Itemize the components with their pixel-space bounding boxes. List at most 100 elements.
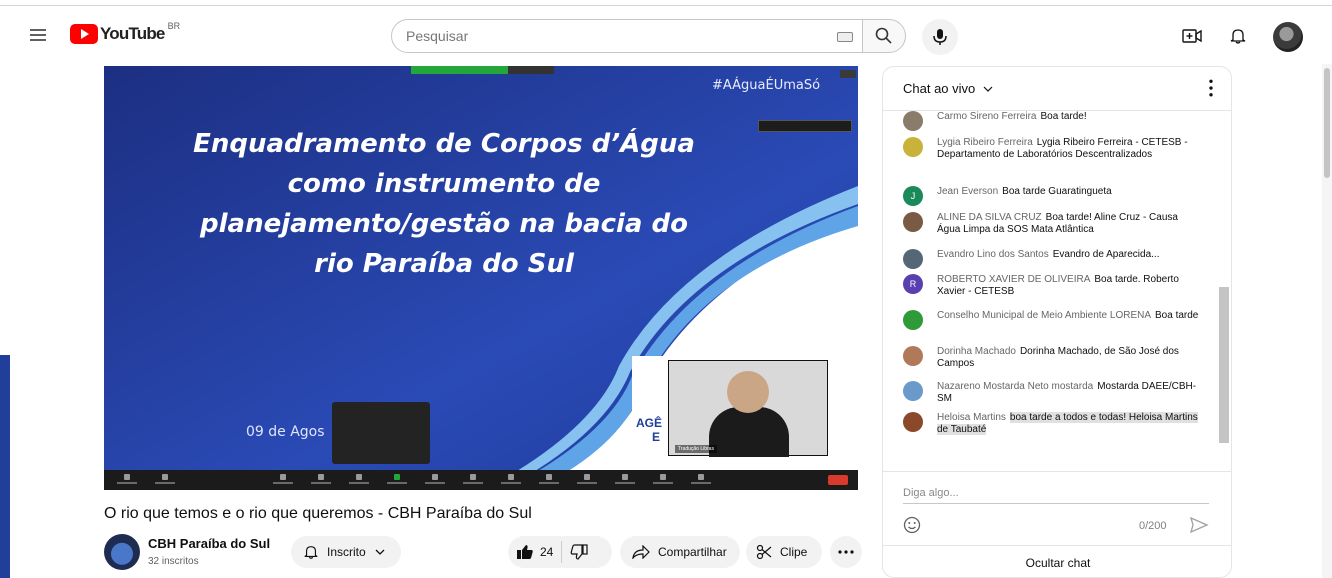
channel-avatar[interactable]	[104, 534, 140, 570]
captions-control[interactable]	[458, 474, 488, 486]
chat-message-input[interactable]	[903, 482, 1209, 504]
chat-message: Evandro Lino dos Santos Evandro de Aparec…	[903, 249, 1203, 269]
emoji-icon[interactable]	[903, 516, 921, 534]
masthead: YouTube BR	[0, 8, 1332, 64]
chat-message: Nazareno Mostarda Neto mostarda Mostarda …	[903, 381, 1203, 405]
chat-text: Boa tarde Guaratingueta	[1002, 186, 1112, 197]
slide-title-line: rio Paraíba do Sul	[314, 249, 574, 279]
chat-avatar[interactable]	[903, 249, 923, 269]
microphone-icon	[933, 29, 947, 45]
clip-label: Clipe	[780, 545, 808, 559]
chevron-down-icon	[375, 549, 385, 555]
sign-language-interpreter-video: Tradução Libras	[668, 360, 828, 457]
chat-avatar[interactable]	[903, 381, 923, 401]
account-avatar[interactable]	[1273, 22, 1303, 52]
search-button[interactable]	[862, 19, 906, 53]
bell-icon	[1230, 29, 1246, 44]
chat-messages: Carmo Sireno Ferreira Boa tarde! Lygia Ri…	[883, 111, 1219, 503]
chat-text: Evandro de Aparecida...	[1052, 249, 1160, 260]
channel-name[interactable]: CBH Paraíba do Sul	[148, 536, 270, 551]
recording-indicator	[411, 66, 561, 74]
interpretation-control[interactable]	[534, 474, 564, 486]
chat-text: Boa tarde!	[1040, 111, 1087, 122]
send-icon[interactable]	[1189, 516, 1209, 534]
more-control[interactable]	[686, 474, 716, 486]
end-meeting-button[interactable]	[828, 475, 848, 485]
chat-avatar[interactable]	[903, 212, 923, 232]
video-control[interactable]	[150, 474, 180, 486]
reactions-control[interactable]	[572, 474, 602, 486]
share-button[interactable]: Compartilhar	[620, 536, 740, 568]
chat-author[interactable]: Dorinha Machado	[937, 346, 1016, 357]
chat-avatar[interactable]	[903, 310, 923, 330]
notifications-button[interactable]	[1226, 24, 1250, 48]
chat-author[interactable]: Carmo Sireno Ferreira	[937, 111, 1036, 122]
browser-top-strip	[0, 0, 1332, 6]
chat-message: Dorinha Machado Dorinha Machado, de São J…	[903, 346, 1203, 370]
whiteboards-control[interactable]	[648, 474, 678, 486]
record-control[interactable]	[420, 474, 450, 486]
scissors-icon	[756, 544, 772, 560]
chat-message: Conselho Municipal de Meio Ambiente LORE…	[903, 310, 1203, 330]
chat-control[interactable]	[344, 474, 374, 486]
agency-logo-text: AGÊ E	[636, 416, 662, 444]
breakout-control[interactable]	[496, 474, 526, 486]
page-scrollbar-thumb[interactable]	[1324, 68, 1330, 178]
youtube-logo[interactable]: YouTube BR	[70, 21, 181, 45]
share-screen-control[interactable]	[382, 474, 412, 486]
chat-author[interactable]: Evandro Lino dos Santos	[937, 249, 1049, 260]
security-control[interactable]	[268, 474, 298, 486]
thumbs-down-icon[interactable]	[570, 544, 588, 560]
slide-hashtag: #AÁguaÉUmaSó	[712, 78, 821, 93]
like-dislike-group: 24	[508, 536, 612, 568]
chat-avatar[interactable]	[903, 346, 923, 366]
search-input[interactable]	[406, 28, 806, 44]
youtube-play-icon	[70, 24, 98, 44]
share-arrow-icon	[632, 545, 650, 559]
chat-mode-selector[interactable]: Chat ao vivo	[903, 81, 993, 96]
menu-icon[interactable]	[26, 26, 50, 46]
subscribed-label: Inscrito	[327, 545, 366, 559]
chat-avatar[interactable]: R	[903, 274, 923, 294]
agency-logo-line: E	[652, 430, 661, 444]
interpreter-head	[727, 371, 769, 413]
chat-avatar[interactable]	[903, 412, 923, 432]
more-actions-button[interactable]	[830, 536, 862, 568]
chat-scrollbar-thumb[interactable]	[1219, 287, 1229, 443]
chat-avatar[interactable]: J	[903, 186, 923, 206]
voice-search-button[interactable]	[922, 19, 958, 55]
clip-button[interactable]: Clipe	[746, 536, 822, 568]
more-vertical-icon[interactable]	[1205, 79, 1217, 97]
subscribed-button[interactable]: Inscrito	[291, 536, 401, 568]
keyboard-icon[interactable]	[837, 32, 853, 42]
chat-author[interactable]: ROBERTO XAVIER DE OLIVEIRA	[937, 274, 1090, 285]
chat-header-title: Chat ao vivo	[903, 81, 976, 96]
subscriber-count: 32 inscritos	[148, 556, 199, 567]
view-options-icon[interactable]	[840, 70, 856, 78]
chat-avatar[interactable]	[903, 137, 923, 157]
country-code: BR	[167, 21, 181, 31]
chat-message: ALINE DA SILVA CRUZ Boa tarde! Aline Cruz…	[903, 212, 1203, 236]
slide-title-line: como instrumento de	[287, 169, 601, 199]
like-count[interactable]: 24	[540, 545, 553, 559]
talking-indicator	[758, 120, 852, 132]
chat-author[interactable]: ALINE DA SILVA CRUZ	[937, 212, 1042, 223]
chat-author[interactable]: Nazareno Mostarda Neto mostarda	[937, 381, 1093, 392]
participants-control[interactable]	[306, 474, 336, 486]
video-player[interactable]: #AÁguaÉUmaSó Enquadramento de Corpos d’Á…	[104, 66, 858, 490]
thumbs-up-icon[interactable]	[516, 544, 534, 560]
chat-author[interactable]: Jean Everson	[937, 186, 998, 197]
hide-chat-button[interactable]: Ocultar chat	[883, 545, 1231, 577]
live-chat-panel: Chat ao vivo Carmo Sireno Ferreira Boa ta…	[882, 66, 1232, 578]
apps-control[interactable]	[610, 474, 640, 486]
create-button[interactable]	[1180, 24, 1204, 48]
slide-title: Enquadramento de Corpos d’Água como inst…	[144, 124, 744, 284]
slide-title-line: Enquadramento de Corpos d’Água	[193, 129, 695, 159]
zoom-chat-popup	[332, 402, 430, 464]
chat-avatar[interactable]	[903, 111, 923, 131]
chat-author[interactable]: Lygia Ribeiro Ferreira	[937, 137, 1033, 148]
unmute-control[interactable]	[112, 474, 142, 486]
chat-input-area: 0/200	[883, 471, 1231, 545]
chat-author[interactable]: Conselho Municipal de Meio Ambiente LORE…	[937, 310, 1151, 321]
chat-author[interactable]: Heloisa Martins	[937, 412, 1006, 423]
